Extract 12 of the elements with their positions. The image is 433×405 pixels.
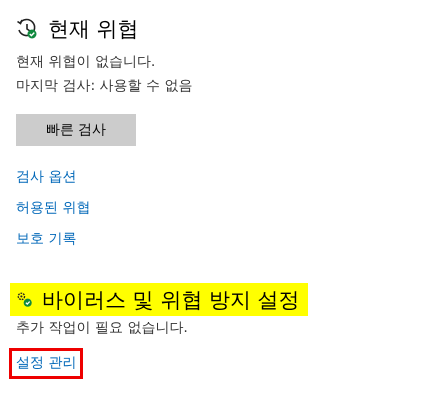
link[interactable]: 설정 관리	[9, 348, 84, 379]
gears-check-icon	[16, 290, 34, 308]
status-text: 추가 작업이 필요 없습니다.	[16, 319, 189, 338]
section-title: 바이러스 및 위협 방지 설정	[42, 286, 300, 314]
status-text: 현재 위협이 없습니다.	[16, 53, 156, 72]
section-title: 현재 위협	[48, 16, 139, 43]
last-scan-text: 마지막 검사: 사용할 수 없음	[16, 77, 194, 96]
quick-scan-button[interactable]: 빠른 검사	[16, 114, 136, 146]
history-check-icon	[16, 18, 38, 40]
link[interactable]: 검사 옵션	[11, 164, 82, 191]
link[interactable]: 보호 기록	[11, 226, 82, 253]
link[interactable]: 허용된 위협	[11, 195, 96, 222]
